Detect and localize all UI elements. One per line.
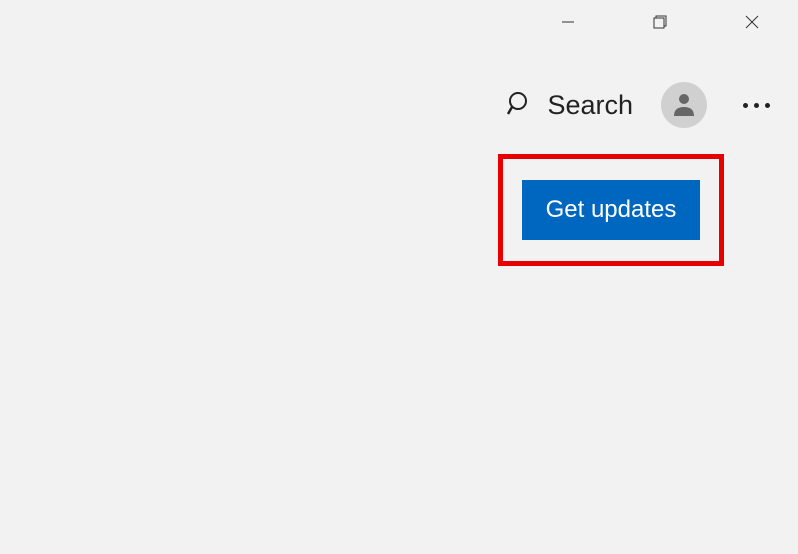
- minimize-button[interactable]: [522, 0, 614, 48]
- maximize-icon: [653, 15, 667, 34]
- person-icon: [670, 89, 698, 122]
- search-label: Search: [547, 90, 633, 121]
- minimize-icon: [561, 15, 575, 34]
- window-titlebar: [522, 0, 798, 48]
- dot-icon: [743, 103, 748, 108]
- get-updates-button[interactable]: Get updates: [522, 180, 701, 240]
- search-icon: [507, 90, 533, 121]
- more-button[interactable]: [735, 95, 778, 116]
- search-button[interactable]: Search: [507, 90, 633, 121]
- close-icon: [745, 15, 759, 34]
- avatar[interactable]: [661, 82, 707, 128]
- close-button[interactable]: [706, 0, 798, 48]
- app-toolbar: Search: [507, 82, 778, 128]
- highlight-annotation: Get updates: [498, 154, 724, 266]
- maximize-button[interactable]: [614, 0, 706, 48]
- dot-icon: [765, 103, 770, 108]
- dot-icon: [754, 103, 759, 108]
